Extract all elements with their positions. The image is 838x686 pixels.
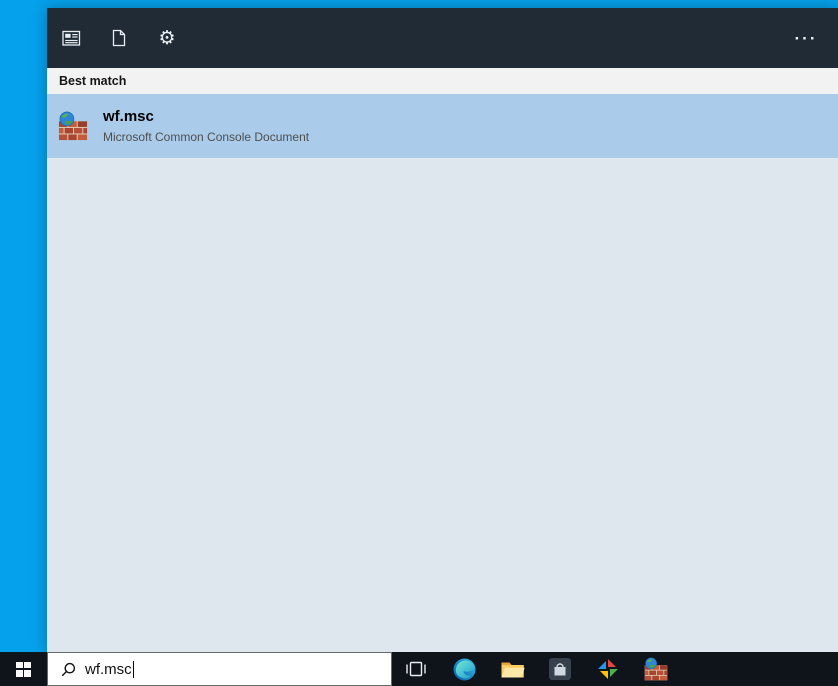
more-options-button[interactable]: ··· — [786, 8, 826, 68]
file-explorer-icon — [500, 659, 525, 680]
pinned-app-icon-2 — [596, 657, 620, 681]
best-match-result[interactable]: wf.msc Microsoft Common Console Document — [47, 94, 838, 158]
result-title: wf.msc — [103, 108, 154, 125]
documents-filter-button[interactable] — [95, 8, 143, 68]
search-icon — [61, 662, 76, 677]
search-flyout: ⚙ ··· Best match wf.msc Microsoft Common… — [47, 8, 838, 652]
search-input-value: wf.msc — [85, 660, 132, 678]
edge-button[interactable] — [440, 652, 488, 686]
task-view-button[interactable] — [392, 652, 440, 686]
taskbar: wf.msc — [0, 652, 838, 686]
start-button[interactable] — [0, 652, 47, 686]
results-empty-area — [47, 158, 838, 652]
result-text: wf.msc Microsoft Common Console Document — [103, 108, 309, 144]
text-caret — [132, 660, 134, 678]
apps-filter-button[interactable] — [47, 8, 95, 68]
search-header: ⚙ ··· — [47, 8, 838, 68]
firewall-app-button[interactable] — [632, 652, 680, 686]
pinned-app-2-button[interactable] — [584, 652, 632, 686]
more-options-icon: ··· — [794, 28, 818, 48]
pinned-app-1-button[interactable] — [536, 652, 584, 686]
result-subtitle: Microsoft Common Console Document — [103, 130, 310, 144]
windows-firewall-icon — [644, 657, 668, 681]
windows-start-icon — [16, 661, 31, 677]
file-explorer-button[interactable] — [488, 652, 536, 686]
documents-filter-icon — [111, 29, 127, 47]
settings-filter-button[interactable]: ⚙ — [143, 8, 191, 68]
section-title: Best match — [47, 68, 838, 94]
settings-filter-icon: ⚙ — [158, 26, 176, 49]
task-view-icon — [405, 660, 427, 678]
windows-firewall-icon — [58, 111, 88, 141]
edge-icon — [452, 657, 477, 682]
pinned-app-icon-1 — [548, 657, 572, 681]
taskbar-search-box[interactable]: wf.msc — [47, 652, 392, 686]
apps-filter-icon — [61, 30, 81, 47]
